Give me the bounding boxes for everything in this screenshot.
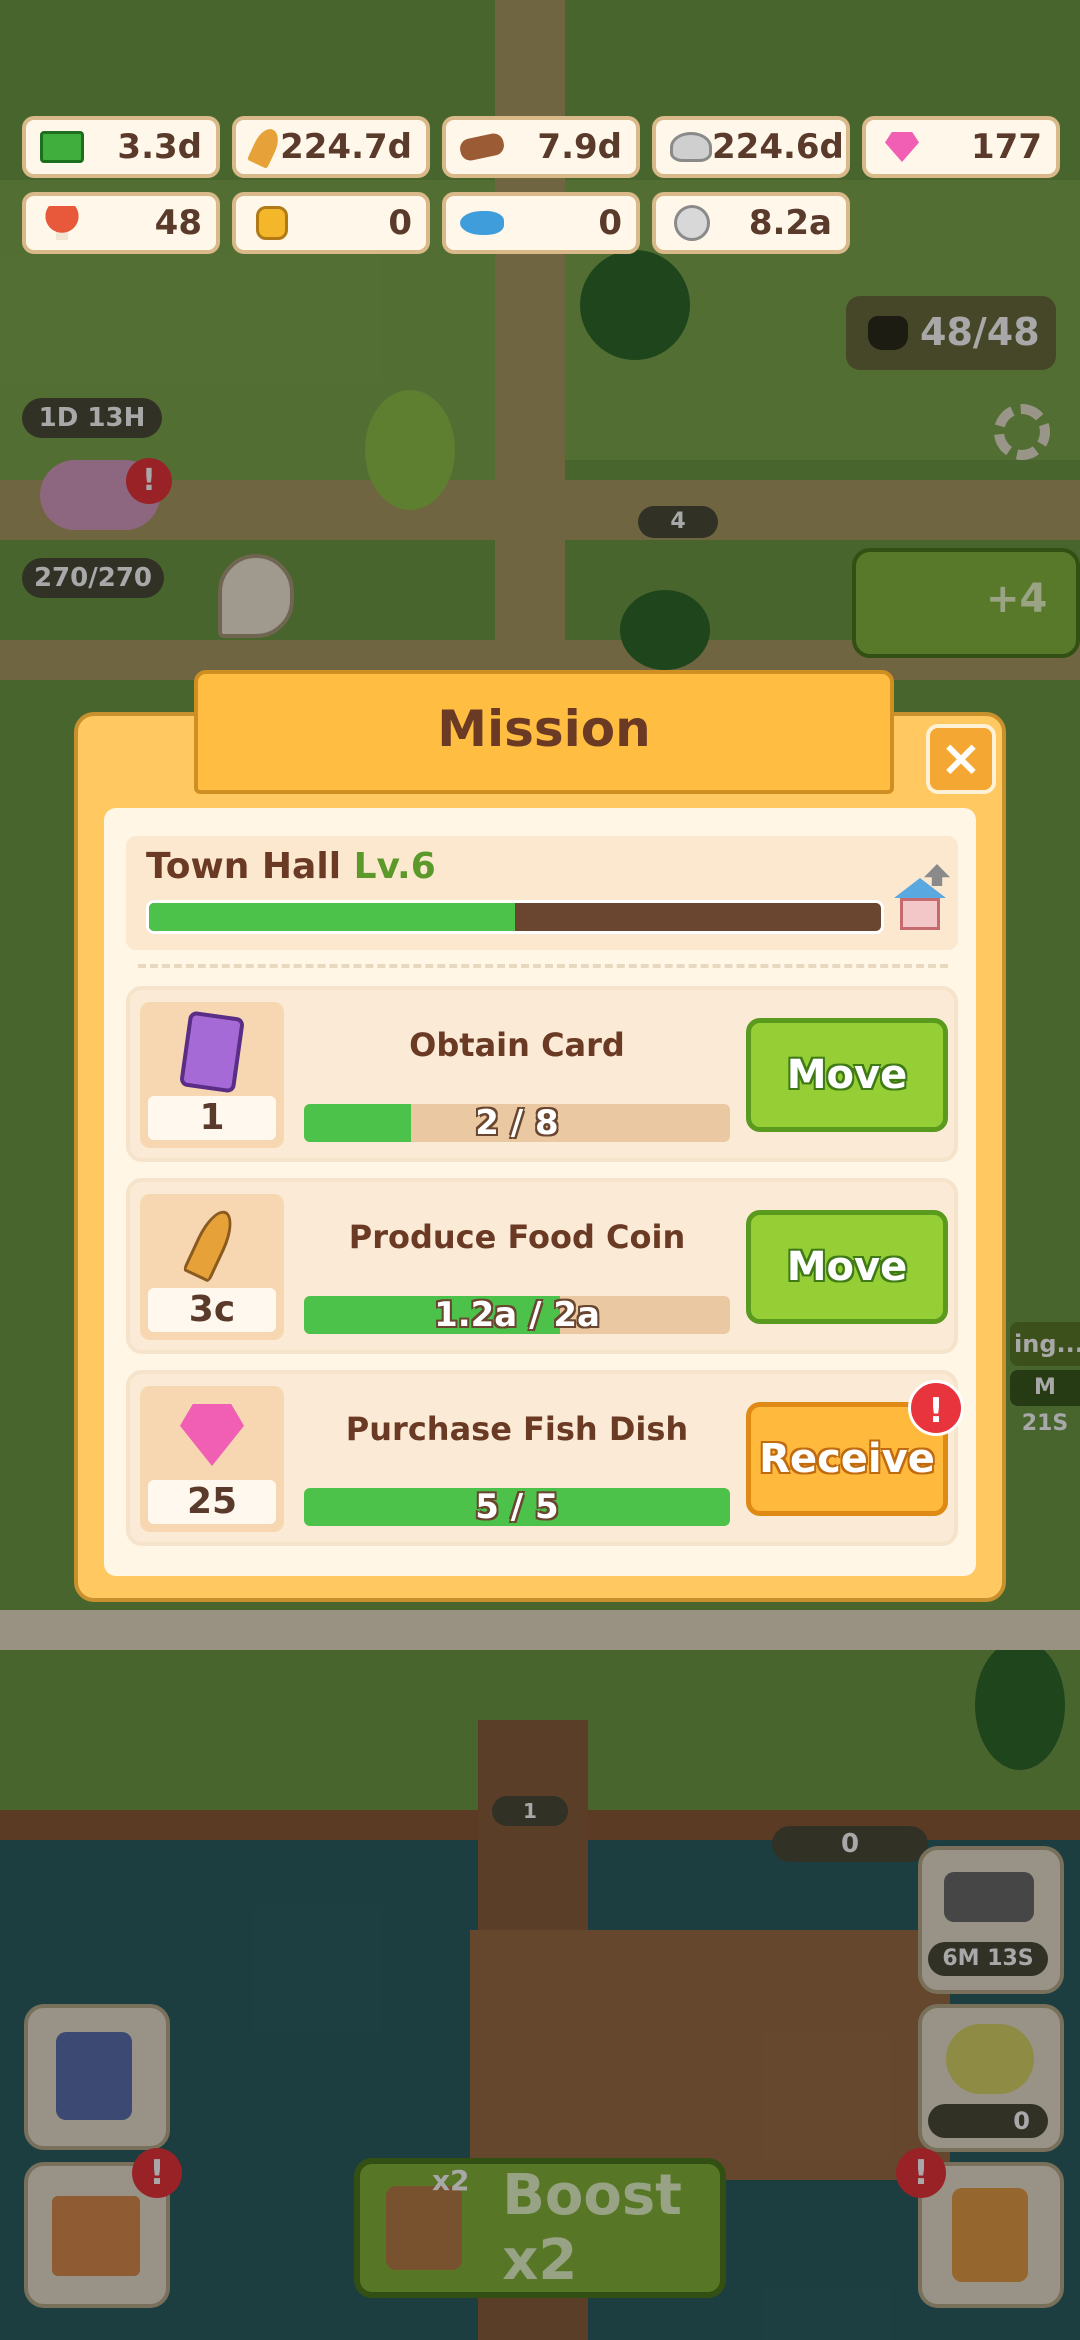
mission-item: 25 Purchase Fish Dish 5 / 5 Receive ! (126, 1370, 964, 1546)
divider (138, 964, 948, 968)
mission-progress-text: 1.2a / 2a (434, 1296, 600, 1334)
reward-amount: 1 (148, 1096, 276, 1140)
mission-reward: 1 (140, 1002, 284, 1148)
town-hall-building-icon (894, 864, 950, 934)
reward-amount: 3c (148, 1288, 276, 1332)
resource-value: 224.6d (712, 127, 844, 167)
dialog-title: Mission (437, 700, 651, 758)
town-hall-progress-fill (149, 903, 515, 931)
mission-title: Obtain Card (409, 1026, 625, 1064)
mission-progress-bar: 2 / 8 (304, 1104, 730, 1142)
card-icon (176, 1010, 248, 1094)
mission-progress-text: 2 / 8 (475, 1104, 559, 1142)
resource-value: 48 (154, 203, 202, 243)
mission-item: 3c Produce Food Coin 1.2a / 2a Move (126, 1178, 958, 1354)
cash-icon (40, 129, 84, 165)
resource-honey[interactable]: 0 (232, 192, 430, 254)
honey-jar-icon (250, 205, 294, 241)
town-hall-name: Town Hall (146, 846, 342, 887)
mission-reward: 25 (140, 1386, 284, 1532)
mission-dialog: Mission × Town Hall Lv.6 1 Obtain Card 2… (74, 670, 1006, 1602)
receive-alert-icon: ! (908, 1380, 964, 1436)
mission-progress-bar: 5 / 5 (304, 1488, 730, 1526)
resource-value: 177 (971, 127, 1042, 167)
mission-title: Purchase Fish Dish (345, 1410, 689, 1448)
mission-progress-text: 5 / 5 (475, 1488, 559, 1526)
resource-cash[interactable]: 3.3d (22, 116, 220, 178)
resource-wheat[interactable]: 224.7d (232, 116, 430, 178)
town-hall-level: Lv.6 (353, 846, 436, 887)
mission-reward: 3c (140, 1194, 284, 1340)
resource-value: 0 (598, 203, 622, 243)
move-button[interactable]: Move (746, 1018, 948, 1132)
fish-icon (460, 205, 504, 241)
resource-value: 7.9d (537, 127, 622, 167)
close-icon: × (940, 729, 982, 787)
resource-mushroom[interactable]: 48 (22, 192, 220, 254)
close-button[interactable]: × (926, 724, 996, 794)
resource-value: 0 (388, 203, 412, 243)
resource-fish[interactable]: 0 (442, 192, 640, 254)
mushroom-icon (40, 205, 84, 241)
mission-item: 1 Obtain Card 2 / 8 Move (126, 986, 958, 1162)
wood-log-icon (458, 129, 506, 165)
gem-icon (176, 1394, 248, 1478)
mission-title: Produce Food Coin (348, 1218, 686, 1256)
paw-coin-icon (670, 205, 714, 241)
resource-paw-coin[interactable]: 8.2a (652, 192, 850, 254)
stone-icon (670, 129, 712, 165)
dialog-banner: Mission (194, 670, 894, 794)
resource-value: 3.3d (117, 127, 202, 167)
move-button[interactable]: Move (746, 1210, 948, 1324)
resource-value: 224.7d (280, 127, 412, 167)
gem-icon (880, 129, 924, 165)
resource-wood[interactable]: 7.9d (442, 116, 640, 178)
wheat-icon (247, 125, 284, 169)
resource-stone[interactable]: 224.6d (652, 116, 850, 178)
town-hall-progress (146, 900, 884, 934)
town-hall-panel: Town Hall Lv.6 (126, 836, 958, 950)
reward-amount: 25 (148, 1480, 276, 1524)
wheat-icon (176, 1202, 248, 1286)
resource-gems[interactable]: 177 (862, 116, 1060, 178)
mission-progress-bar: 1.2a / 2a (304, 1296, 730, 1334)
resource-value: 8.2a (748, 203, 832, 243)
